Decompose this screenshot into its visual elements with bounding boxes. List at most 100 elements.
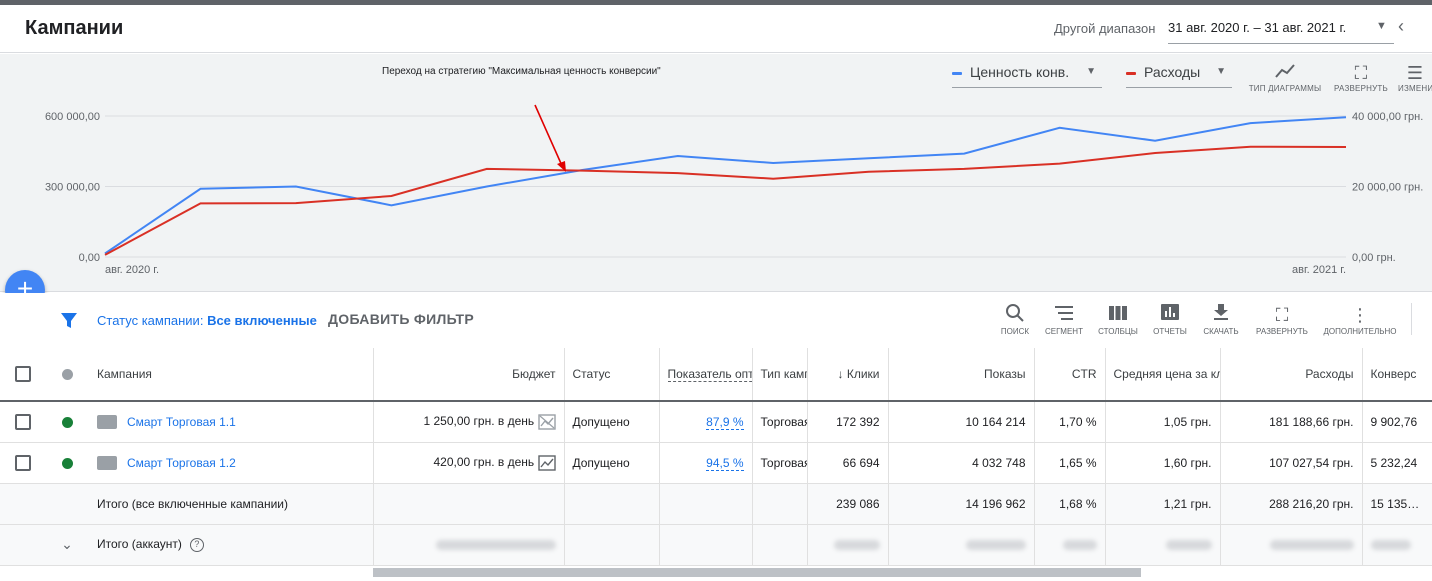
chevron-down-icon[interactable]: ⌄ — [61, 536, 73, 552]
conversions-cell: 5 232,24 — [1362, 442, 1432, 484]
search-button[interactable]: ПОИСК — [996, 303, 1034, 336]
col-campaign[interactable]: Кампания — [89, 348, 374, 402]
col-status[interactable]: Статус — [564, 348, 660, 402]
budget-value: 420,00 грн. в день — [433, 454, 535, 469]
row-checkbox[interactable] — [14, 413, 31, 430]
empty-cell — [564, 483, 660, 525]
budget-cell: 1 250,00 грн. в день — [373, 401, 565, 443]
row-select-cell[interactable] — [0, 442, 45, 484]
campaign-link[interactable]: Смарт Торговая 1.1 — [127, 415, 236, 429]
chart-adjust-button[interactable]: ☰ ИЗМЕНИТЬ — [1398, 62, 1432, 93]
total-conversions-cell: 15 135… — [1362, 483, 1432, 525]
table-row[interactable]: Смарт Торговая 1.1 1 250,00 грн. в день … — [0, 401, 1432, 443]
redacted-value — [833, 540, 880, 551]
search-label: ПОИСК — [1000, 327, 1030, 336]
col-budget[interactable]: Бюджет — [373, 348, 565, 402]
empty-cell — [659, 524, 753, 566]
annotation-arrow — [534, 104, 564, 169]
columns-label: СТОЛБЦЫ — [1098, 327, 1138, 336]
total-account-cell: Итого (аккаунт)? — [89, 524, 374, 566]
col-cost[interactable]: Расходы — [1220, 348, 1363, 402]
table-row[interactable]: Смарт Торговая 1.2 420,00 грн. в день До… — [0, 442, 1432, 484]
reports-button[interactable]: ОТЧЕТЫ — [1150, 303, 1190, 336]
impressions-cell: 10 164 214 — [888, 401, 1035, 443]
page-header: Кампании Другой диапазон 31 авг. 2020 г.… — [0, 5, 1432, 53]
segment-icon — [1042, 303, 1086, 327]
chevron-left-icon[interactable]: ‹ — [1398, 16, 1404, 37]
columns-button[interactable]: СТОЛБЦЫ — [1094, 303, 1142, 336]
col-type[interactable]: Тип кампании — [752, 348, 808, 402]
type-cell: Торговая кампания — [752, 442, 808, 484]
ctr-cell: 1,65 % — [1034, 442, 1106, 484]
row-select-cell[interactable] — [0, 401, 45, 443]
columns-icon — [1094, 303, 1142, 327]
empty-cell — [659, 483, 753, 525]
select-all-cell[interactable] — [0, 348, 45, 402]
empty-cell — [373, 483, 565, 525]
col-ctr[interactable]: CTR — [1034, 348, 1106, 402]
redacted-cell — [1362, 524, 1432, 566]
optimization-score-link[interactable]: 94,5 % — [706, 455, 744, 471]
conversions-cell: 9 902,76 — [1362, 401, 1432, 443]
chart-adjust-label: ИЗМЕНИТЬ — [1398, 84, 1432, 93]
shopping-tag-icon — [97, 455, 117, 470]
expand-icon: ⛶ — [1275, 305, 1289, 325]
ctr-cell: 1,70 % — [1034, 401, 1106, 443]
redacted-value — [1062, 540, 1097, 551]
expand-table-button[interactable]: ⛶ РАЗВЕРНУТЬ — [1252, 303, 1312, 336]
empty-cell — [564, 524, 660, 566]
y-left-tick-label: 0,00 — [79, 252, 100, 264]
download-icon — [1198, 303, 1244, 327]
col-conversions[interactable]: Конверс — [1362, 348, 1432, 402]
segment-button[interactable]: СЕГМЕНТ — [1042, 303, 1086, 336]
row-checkbox[interactable] — [14, 454, 31, 471]
chevron-down-icon[interactable]: ▼ — [1376, 20, 1387, 32]
budget-limited-chart-icon[interactable] — [537, 414, 556, 430]
y-right-tick-label: 40 000,00 грн. — [1352, 111, 1423, 123]
expand-cell[interactable]: ⌄ — [45, 524, 89, 566]
redacted-cell — [807, 524, 889, 566]
table-header-row: Кампания Бюджет Статус Показатель оптими… — [0, 348, 1432, 402]
horizontal-scrollbar[interactable] — [373, 568, 1141, 577]
campaign-status-filter[interactable]: Статус кампании: Все включенные — [97, 313, 317, 328]
row-status-cell — [45, 401, 89, 443]
metric1-select[interactable]: Ценность конв. ▼ — [952, 64, 1102, 88]
empty-cell — [0, 524, 45, 566]
date-range-select[interactable]: 31 авг. 2020 г. – 31 авг. 2021 г. — [1168, 20, 1394, 44]
download-label: СКАЧАТЬ — [1203, 327, 1239, 336]
empty-cell — [0, 483, 45, 525]
total-cost-cell: 288 216,20 грн. — [1220, 483, 1363, 525]
series-line — [104, 116, 1347, 255]
download-button[interactable]: СКАЧАТЬ — [1198, 303, 1244, 336]
empty-cell — [752, 483, 808, 525]
more-button[interactable]: ⋮ ДОПОЛНИТЕЛЬНО — [1320, 303, 1400, 336]
reports-icon — [1150, 303, 1190, 327]
campaign-link[interactable]: Смарт Торговая 1.2 — [127, 456, 236, 470]
optimization-score-link[interactable]: 87,9 % — [706, 414, 744, 430]
status-filter-value: Все включенные — [207, 313, 317, 328]
redacted-cell — [888, 524, 1035, 566]
status-cell: Допущено — [564, 401, 660, 443]
col-optimization[interactable]: Показатель оптимизации — [659, 348, 753, 402]
adjust-icon: ☰ — [1406, 63, 1424, 83]
cost-cell: 181 188,66 грн. — [1220, 401, 1363, 443]
budget-chart-icon[interactable] — [537, 454, 556, 471]
budget-cell: 420,00 грн. в день — [373, 442, 565, 484]
add-filter-button[interactable]: ДОБАВИТЬ ФИЛЬТР — [328, 311, 474, 327]
col-clicks[interactable]: ↓ Клики — [807, 348, 889, 402]
select-all-checkbox[interactable] — [14, 366, 31, 382]
chart-expand-button[interactable]: ⛶ РАЗВЕРНУТЬ — [1332, 62, 1390, 93]
col-avg-cpc[interactable]: Средняя цена за клик — [1105, 348, 1221, 402]
page-title: Кампании — [25, 17, 124, 39]
segment-label: СЕГМЕНТ — [1045, 327, 1083, 336]
metric2-select[interactable]: Расходы ▼ — [1126, 64, 1232, 88]
col-impressions[interactable]: Показы — [888, 348, 1035, 402]
chart-canvas: 0,00 0,00 грн. 300 000,00 20 000,00 грн. 600… — [45, 104, 1423, 276]
redacted-value — [965, 540, 1026, 551]
y-right-tick-label: 20 000,00 грн. — [1352, 182, 1423, 194]
campaign-name-cell: Смарт Торговая 1.1 — [89, 401, 374, 443]
chart-type-button[interactable]: ТИП ДИАГРАММЫ — [1248, 62, 1322, 93]
filter-icon[interactable] — [60, 311, 78, 334]
help-icon[interactable]: ? — [189, 537, 204, 552]
expand-table-label: РАЗВЕРНУТЬ — [1256, 327, 1308, 336]
